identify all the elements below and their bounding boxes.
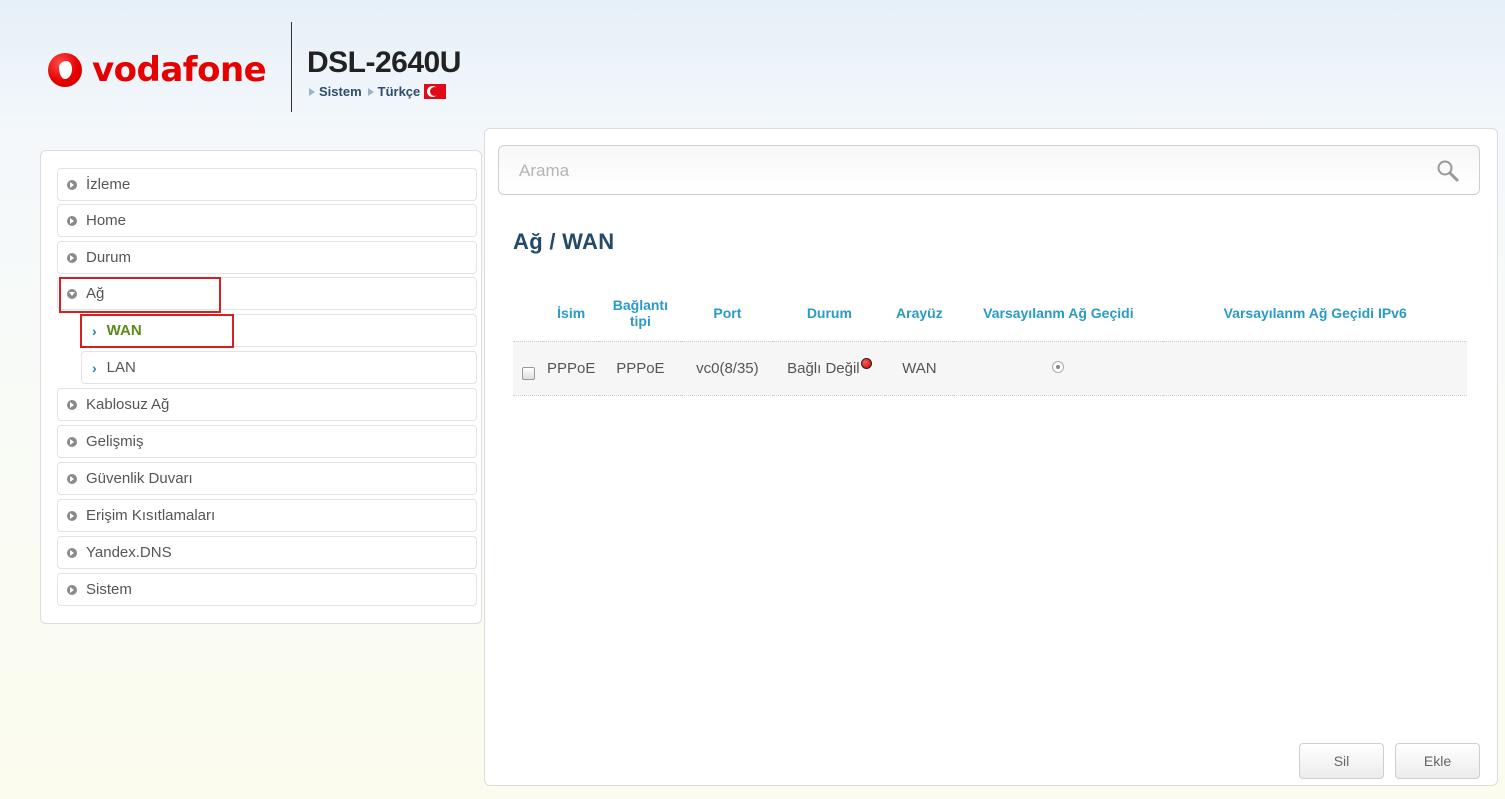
sidebar-menu: İzleme Home Durum Ağ › WAN › LAN Kablosu…	[40, 150, 482, 624]
vodafone-logo-icon	[48, 53, 82, 87]
sidebar-item-izleme[interactable]: İzleme	[57, 168, 477, 201]
sidebar-item-ag[interactable]: Ağ	[57, 277, 477, 310]
sidebar-item-guvenlik-duvari[interactable]: Güvenlik Duvarı	[57, 462, 477, 495]
chevron-right-icon	[67, 473, 77, 484]
status-disconnected-icon	[860, 357, 872, 369]
brand-name: vodafone	[92, 50, 267, 90]
table-header-row: İsim Bağlantı tipi Port Durum Arayüz Var…	[513, 285, 1467, 342]
cell-status: Bağlı Değil	[773, 341, 886, 396]
sidebar-item-label: LAN	[106, 359, 136, 376]
add-button[interactable]: Ekle	[1395, 743, 1480, 779]
sidebar-item-label: Durum	[86, 249, 132, 266]
column-header-status[interactable]: Durum	[773, 285, 886, 342]
cell-default-gateway-ipv6	[1163, 341, 1467, 396]
sidebar-item-durum[interactable]: Durum	[57, 241, 477, 274]
sidebar-item-label: WAN	[106, 322, 142, 339]
delete-button[interactable]: Sil	[1299, 743, 1384, 779]
chevron-right-icon: ›	[92, 359, 97, 376]
column-header-select	[513, 285, 543, 342]
status-text: Bağlı Değil	[787, 359, 860, 377]
page-title: Ağ / WAN	[513, 229, 615, 254]
chevron-right-icon	[67, 547, 77, 558]
chevron-right-icon	[67, 510, 77, 521]
sidebar-item-kablosuz-ag[interactable]: Kablosuz Ağ	[57, 388, 477, 421]
column-header-default-gateway-ipv6[interactable]: Varsayılanm Ağ Geçidi IPv6	[1163, 285, 1467, 342]
search-box	[498, 145, 1480, 195]
sidebar-item-label: Yandex.DNS	[86, 544, 172, 561]
row-select-cell	[513, 341, 543, 396]
search-icon[interactable]	[1435, 158, 1461, 184]
default-gateway-radio[interactable]	[1052, 360, 1065, 373]
column-header-port[interactable]: Port	[681, 285, 774, 342]
sidebar-item-label: Home	[86, 212, 127, 229]
column-header-connection-type[interactable]: Bağlantı tipi	[599, 285, 682, 342]
sidebar-item-label: Gelişmiş	[86, 433, 144, 450]
sidebar-item-label: Sistem	[86, 581, 132, 598]
arrow-right-icon	[367, 87, 374, 96]
cell-default-gateway	[953, 341, 1164, 396]
wan-connections-table: İsim Bağlantı tipi Port Durum Arayüz Var…	[513, 285, 1467, 396]
chevron-right-icon	[67, 179, 77, 190]
chevron-right-icon	[67, 584, 77, 595]
arrow-right-icon	[309, 87, 315, 96]
nav-link-language[interactable]: Türkçe	[378, 84, 421, 99]
turkish-flag-icon[interactable]	[424, 84, 447, 99]
sidebar-item-erisim-kisitlamalari[interactable]: Erişim Kısıtlamaları	[57, 499, 477, 532]
chevron-right-icon: ›	[92, 322, 97, 339]
sidebar-item-lan[interactable]: › LAN	[81, 351, 477, 384]
sidebar-item-home[interactable]: Home	[57, 204, 477, 237]
nav-link-sistem[interactable]: Sistem	[319, 84, 362, 99]
sidebar-item-label: Ağ	[86, 285, 105, 302]
column-header-name[interactable]: İsim	[543, 285, 600, 342]
sidebar-item-label: Erişim Kısıtlamaları	[86, 507, 216, 524]
header-nav: Sistem Türkçe	[309, 84, 447, 99]
sidebar-item-label: İzleme	[86, 176, 131, 193]
cell-port: vc0(8/35)	[681, 341, 774, 396]
sidebar-item-yandex-dns[interactable]: Yandex.DNS	[57, 536, 477, 569]
sidebar-item-wan[interactable]: › WAN	[81, 314, 477, 347]
header-divider	[291, 22, 292, 112]
chevron-right-icon	[67, 399, 77, 410]
vodafone-logo[interactable]: vodafone	[48, 50, 267, 90]
cell-interface: WAN	[885, 341, 954, 396]
column-header-interface[interactable]: Arayüz	[885, 285, 954, 342]
sidebar-item-sistem[interactable]: Sistem	[57, 573, 477, 606]
sidebar-item-label: Güvenlik Duvarı	[86, 470, 193, 487]
row-checkbox[interactable]	[521, 366, 535, 380]
chevron-right-icon	[67, 215, 77, 226]
device-model: DSL-2640U	[307, 46, 461, 79]
chevron-down-icon	[67, 288, 77, 299]
table-row[interactable]: PPPoE PPPoE vc0(8/35) Bağlı Değil WAN	[513, 341, 1467, 396]
sidebar-item-gelismis[interactable]: Gelişmiş	[57, 425, 477, 458]
chevron-right-icon	[67, 252, 77, 263]
main-panel: Ağ / WAN İsim Bağlantı tipi Port Durum A…	[484, 128, 1498, 786]
cell-name: PPPoE	[543, 341, 600, 396]
sidebar-item-label: Kablosuz Ağ	[86, 396, 170, 413]
chevron-right-icon	[67, 436, 77, 447]
cell-connection-type: PPPoE	[599, 341, 682, 396]
column-header-default-gateway[interactable]: Varsayılanm Ağ Geçidi	[953, 285, 1164, 342]
header: vodafone DSL-2640U Sistem Türkçe	[0, 0, 1505, 130]
search-input[interactable]	[519, 159, 1399, 183]
